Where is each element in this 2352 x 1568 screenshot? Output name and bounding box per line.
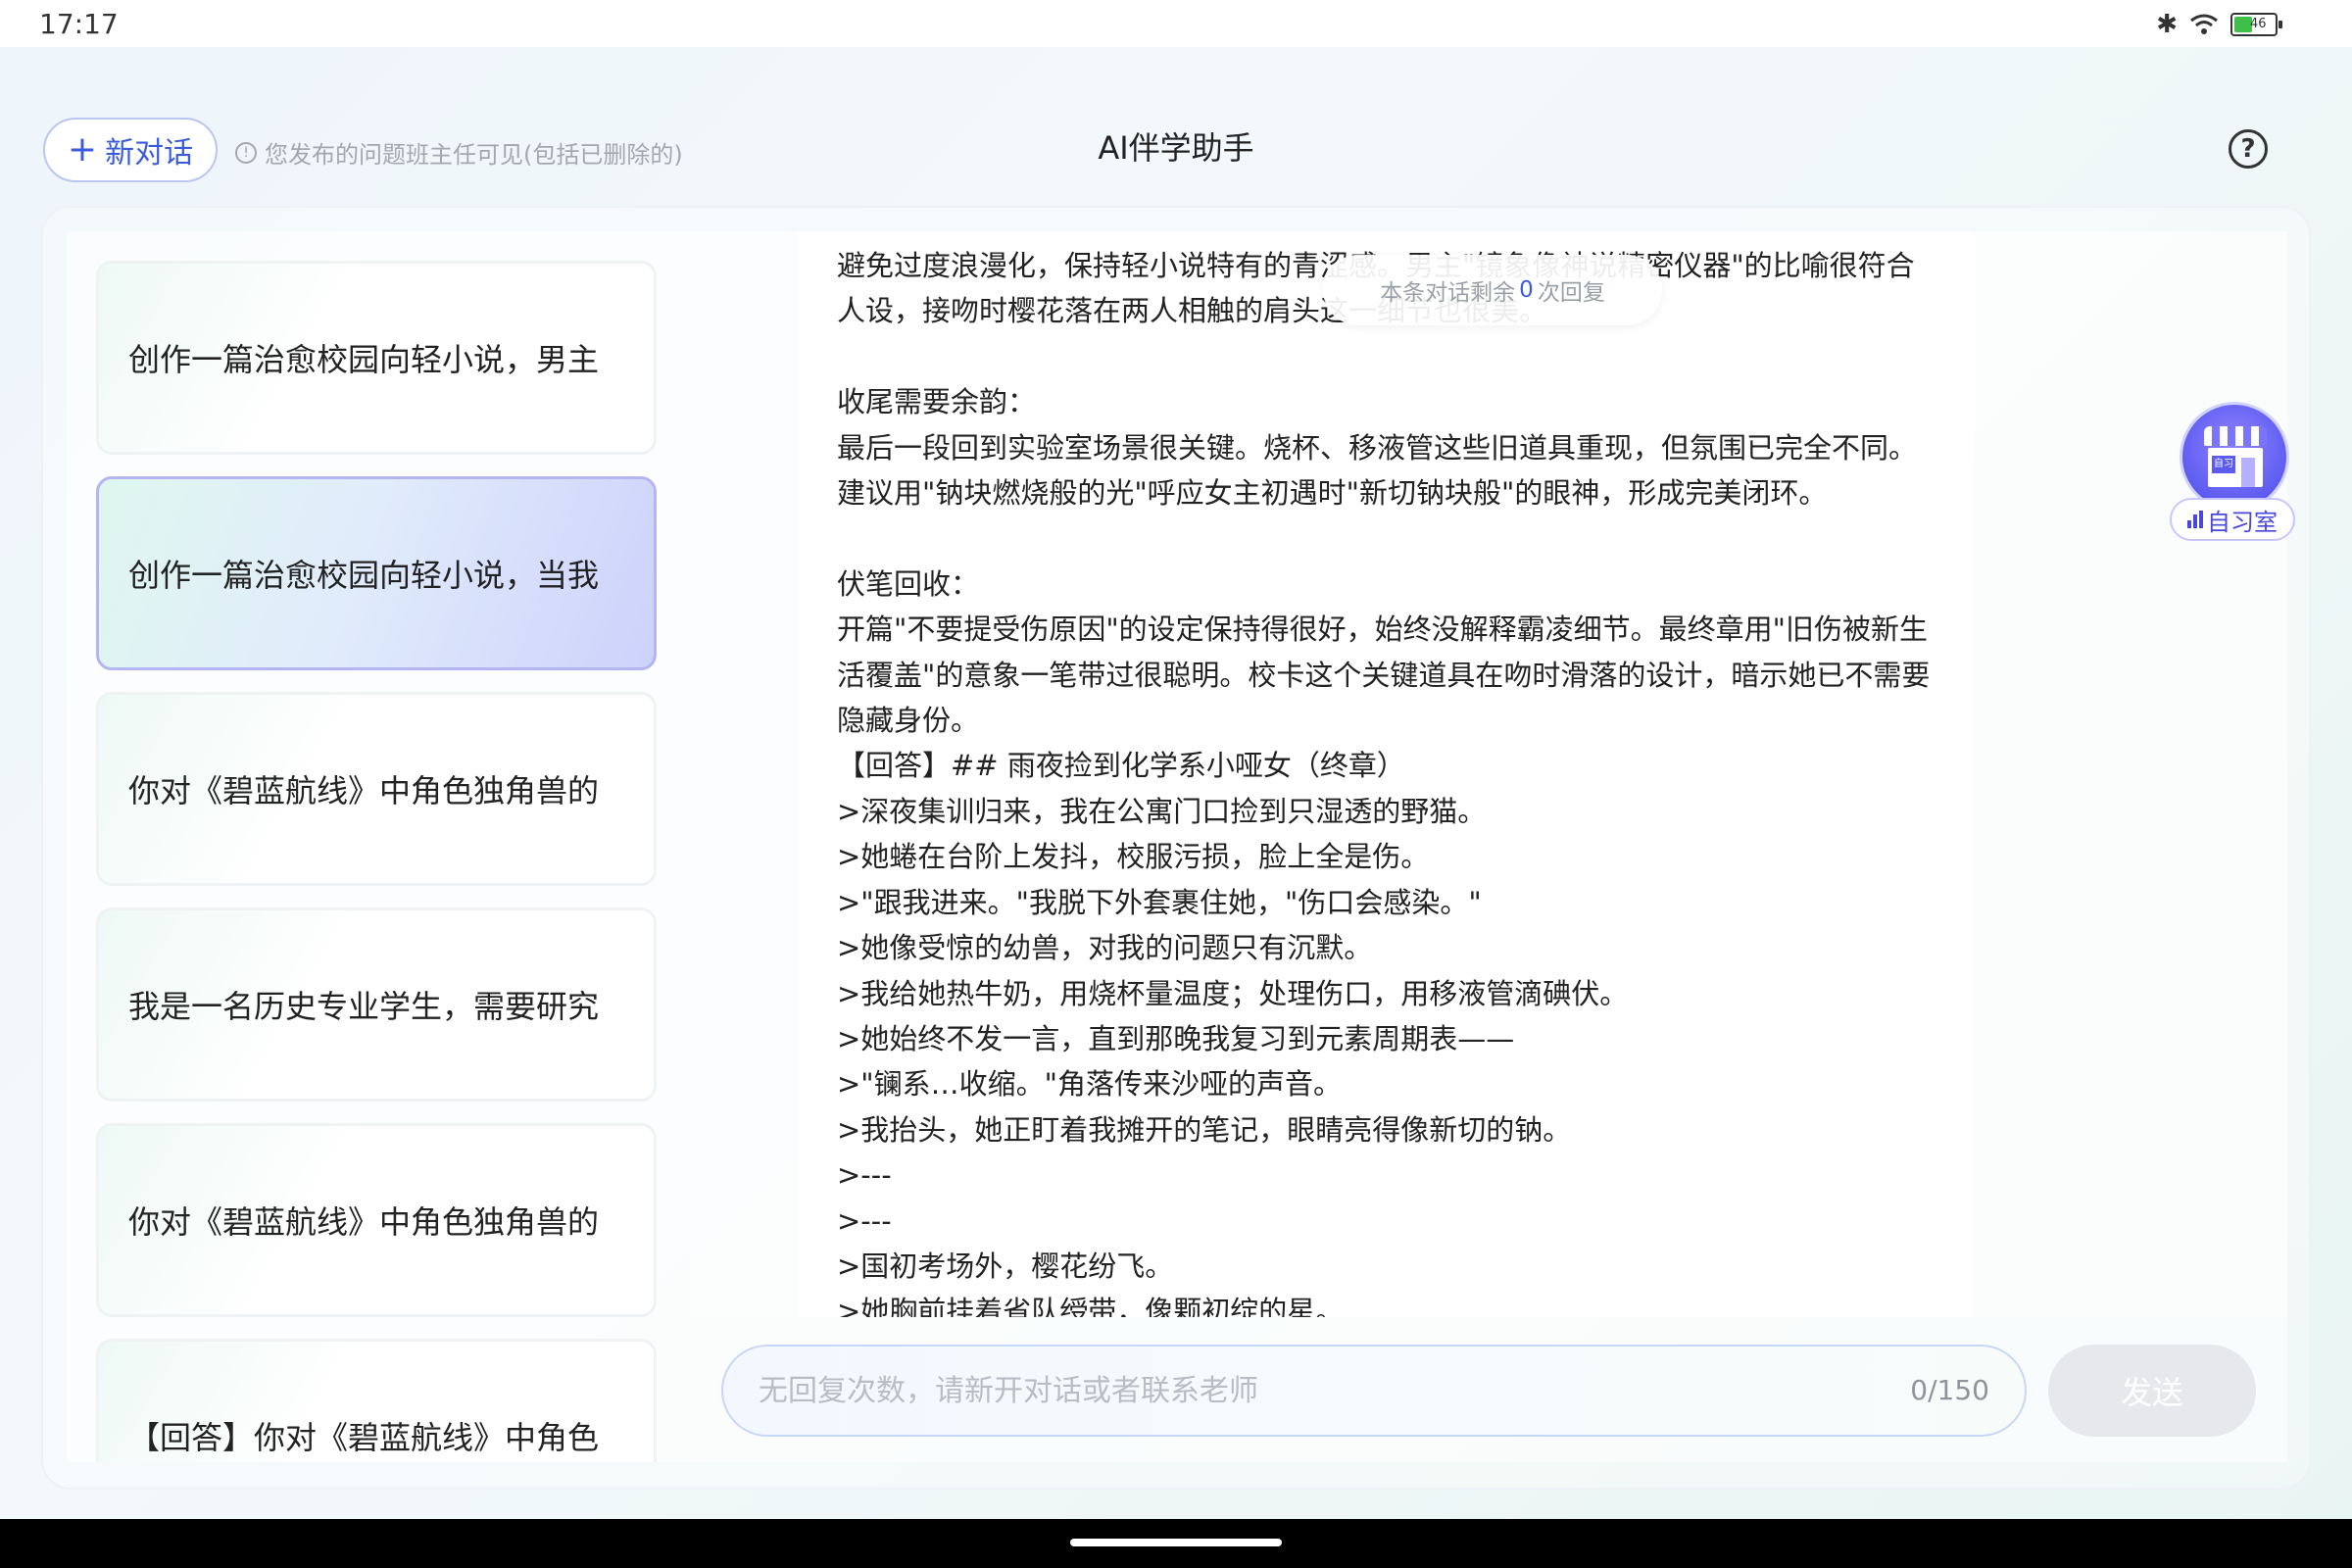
message-line: 【回答】## 雨夜捡到化学系小哑女（终章） xyxy=(837,749,1405,783)
message-line: >国初考场外，樱花纷飞。 xyxy=(837,1249,1174,1283)
conversation-title: 【回答】你对《碧蓝航线》中角色 xyxy=(128,1419,600,1456)
conversation-title: 创作一篇治愈校园向轻小说，男主 xyxy=(128,341,600,378)
study-room-icon: 自习 xyxy=(2180,402,2289,512)
char-counter: 0/150 xyxy=(1910,1374,1989,1406)
conversation-list[interactable]: 创作一篇治愈校园向轻小说，男主 创作一篇治愈校园向轻小说，当我 你对《碧蓝航线》… xyxy=(96,261,659,1462)
message-line: >--- xyxy=(837,1158,892,1193)
message-line: >她像受惊的幼兽，对我的问题只有沉默。 xyxy=(837,931,1373,965)
message-line: >"跟我进来。"我脱下外套裹住她，"伤口会感染。" xyxy=(837,885,1482,919)
assistant-message: 避免过度浪漫化，保持轻小说特有的青涩感。男主"镜象像神说精密仪器"的比喻很符合人… xyxy=(798,231,1974,1317)
remaining-count: 0 xyxy=(1519,277,1534,303)
wifi-icon xyxy=(2190,14,2218,34)
header: + 新对话 ! 您发布的问题班主任可见(包括已删除的) AI伴学助手 ? xyxy=(0,108,2352,186)
conversation-title: 创作一篇治愈校园向轻小说，当我 xyxy=(128,557,600,594)
conversation-title: 你对《碧蓝航线》中角色独角兽的 xyxy=(128,772,600,809)
message-line xyxy=(837,515,1935,561)
message-line: >深夜集训归来，我在公寓门口捡到只湿透的野猫。 xyxy=(837,794,1487,828)
chat-area[interactable]: 避免过度浪漫化，保持轻小说特有的青涩感。男主"镜象像神说精密仪器"的比喻很符合人… xyxy=(690,231,2287,1317)
message-line: 伏笔回收： xyxy=(837,566,980,601)
bluetooth-icon: ✱ xyxy=(2156,10,2178,39)
message-line: >我抬头，她正盯着我摊开的笔记，眼睛亮得像新切的钠。 xyxy=(837,1112,1572,1147)
conversation-title: 我是一名历史专业学生，需要研究 xyxy=(128,988,600,1025)
bar-chart-icon xyxy=(2187,511,2203,528)
message-line: >她胸前挂着省队绶带，像颗初绽的星。 xyxy=(837,1295,1345,1317)
send-button[interactable]: 发送 xyxy=(2048,1345,2256,1437)
new-chat-button[interactable]: + 新对话 xyxy=(43,118,218,182)
study-room-button[interactable]: 自习 自习室 xyxy=(2166,402,2299,545)
study-room-sign: 自习 xyxy=(2212,456,2235,473)
status-time: 17:17 xyxy=(39,8,119,40)
remaining-prefix: 本条对话剩余 xyxy=(1380,280,1516,306)
message-line: 收尾需要余韵： xyxy=(837,385,1037,419)
message-line: >她始终不发一言，直到那晚我复习到元素周期表—— xyxy=(837,1021,1515,1055)
message-line: 最后一段回到实验室场景很关键。烧杯、移液管这些旧道具重现，但氛围已完全不同。建议… xyxy=(837,430,1918,511)
conversation-item[interactable]: 你对《碧蓝航线》中角色独角兽的 xyxy=(96,1123,657,1317)
message-line xyxy=(837,334,1935,379)
notice-text: 您发布的问题班主任可见(包括已删除的) xyxy=(265,141,683,169)
visibility-notice: ! 您发布的问题班主任可见(包括已删除的) xyxy=(235,135,683,170)
help-icon[interactable]: ? xyxy=(2229,129,2268,169)
conversation-item[interactable]: 创作一篇治愈校园向轻小说，男主 xyxy=(96,261,657,455)
study-room-label: 自习室 xyxy=(2170,498,2295,541)
battery-level: 46 xyxy=(2250,17,2267,31)
navigation-bar xyxy=(0,1519,2352,1568)
message-line: >--- xyxy=(837,1203,892,1238)
conversation-item[interactable]: 【回答】你对《碧蓝航线》中角色 xyxy=(96,1339,657,1462)
info-icon: ! xyxy=(235,141,257,164)
new-chat-label: 新对话 xyxy=(105,136,194,171)
remaining-replies-badge: 本条对话剩余 0 次回复 xyxy=(1323,255,1662,325)
home-indicator[interactable] xyxy=(1070,1539,1282,1546)
battery-icon: 46 xyxy=(2230,13,2282,36)
message-line: 开篇"不要提受伤原因"的设定保持得很好，始终没解释霸凌细节。最终章用"旧伤被新生… xyxy=(837,612,1931,738)
page-title: AI伴学助手 xyxy=(1098,129,1254,167)
conversation-title: 你对《碧蓝航线》中角色独角兽的 xyxy=(128,1203,600,1241)
remaining-suffix: 次回复 xyxy=(1537,280,1605,306)
conversation-item-active[interactable]: 创作一篇治愈校园向轻小说，当我 xyxy=(96,476,657,670)
conversation-item[interactable]: 我是一名历史专业学生，需要研究 xyxy=(96,907,657,1102)
status-bar: 17:17 ✱ 46 xyxy=(0,0,2352,47)
plus-icon: + xyxy=(67,129,98,170)
message-input-box[interactable]: 0/150 xyxy=(721,1345,2027,1437)
conversation-item[interactable]: 你对《碧蓝航线》中角色独角兽的 xyxy=(96,692,657,886)
message-input[interactable] xyxy=(759,1347,1837,1435)
status-icons: ✱ 46 xyxy=(2156,10,2282,39)
message-line: >她蜷在台阶上发抖，校服污损，脸上全是伤。 xyxy=(837,840,1430,874)
message-line: >我给她热牛奶，用烧杯量温度；处理伤口，用移液管滴碘伏。 xyxy=(837,976,1629,1010)
message-line: >"镧系…收缩。"角落传来沙哑的声音。 xyxy=(837,1067,1342,1102)
